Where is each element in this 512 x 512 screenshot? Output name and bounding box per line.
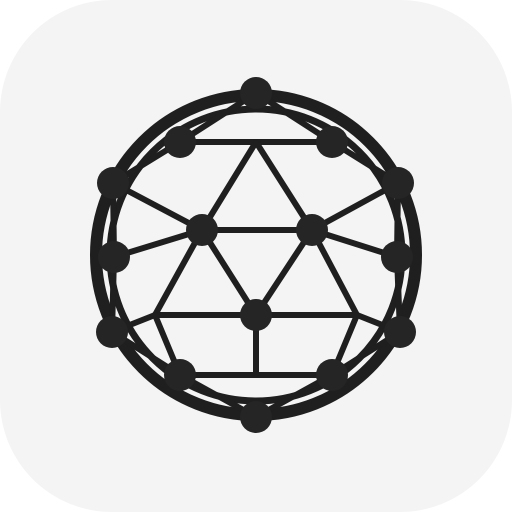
node-right-mid [381,241,413,273]
node-left-high [97,167,129,199]
node-bottom [240,401,272,433]
node-inner-bottom [240,299,272,331]
node-left-mid [98,241,130,273]
node-inner-right [296,214,328,246]
app-icon-tile [0,0,512,512]
node-lower-right [316,359,348,391]
node-inner-left [186,214,218,246]
network-nodes [96,77,416,433]
node-top [240,77,272,109]
node-upper-left [164,126,196,158]
geodesic-sphere-network-icon [90,77,422,433]
node-right-low [384,316,416,348]
node-right-high [382,167,414,199]
node-left-low [96,316,128,348]
network-edges [109,90,403,420]
node-lower-left [164,359,196,391]
node-upper-right [316,126,348,158]
